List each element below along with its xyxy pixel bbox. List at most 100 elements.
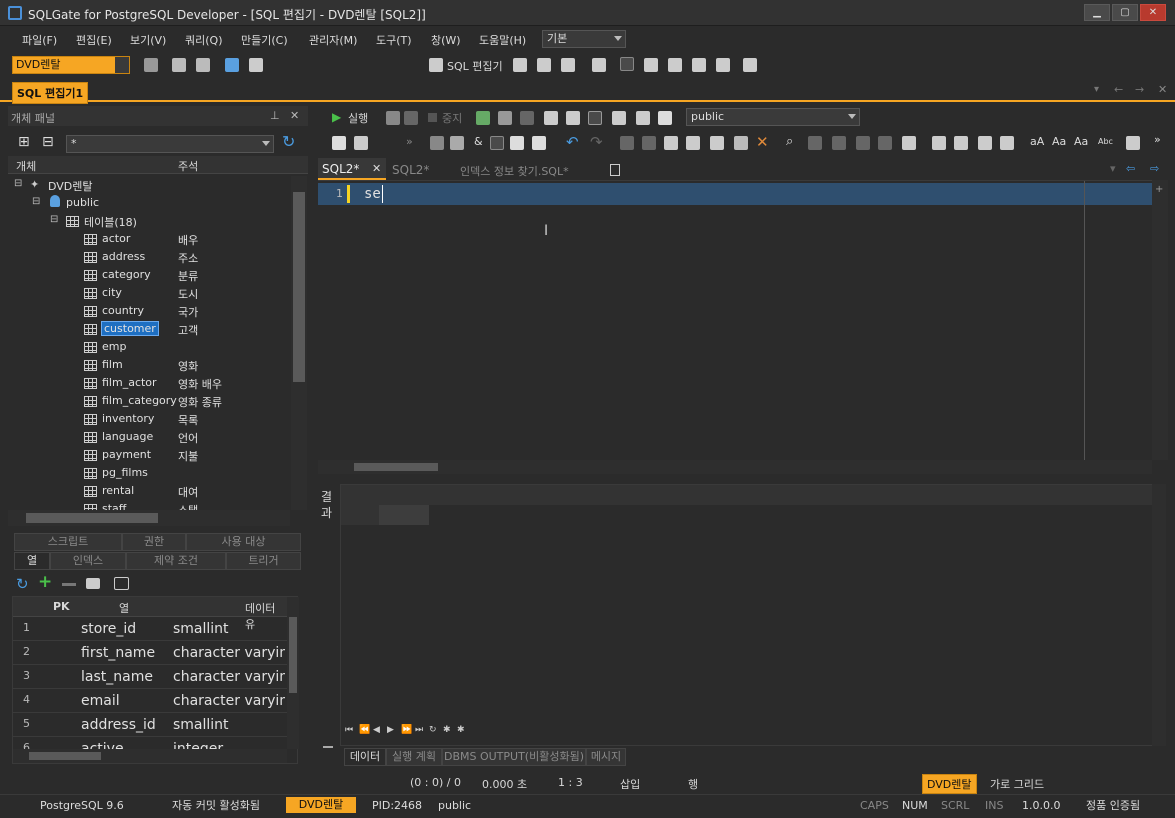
editor-text[interactable]: se <box>364 186 381 202</box>
param-icon[interactable] <box>636 111 650 125</box>
block-icon[interactable] <box>734 136 748 150</box>
nav-button-icon[interactable]: ✱ <box>443 725 451 735</box>
tree-table-item[interactable]: pg_films <box>102 466 148 479</box>
replace-all-icon[interactable] <box>878 136 892 150</box>
sql-format-icon[interactable] <box>544 111 558 125</box>
pin-icon[interactable]: ⊥ <box>270 109 280 122</box>
colon-icon[interactable] <box>490 136 504 150</box>
new-file-icon[interactable] <box>332 136 346 150</box>
goto-line-icon[interactable] <box>902 136 916 150</box>
toolbar-more-icon[interactable]: » <box>1154 133 1161 146</box>
schema-combo[interactable]: public <box>686 108 860 126</box>
paste-icon[interactable] <box>664 136 678 150</box>
tree-table-item[interactable]: staff <box>102 502 126 510</box>
stop-button[interactable]: 중지 <box>442 110 462 126</box>
ampersand-icon[interactable]: & <box>474 135 483 148</box>
tab-sql-editor-1[interactable]: SQL 편집기1 <box>12 82 89 104</box>
tree-table-item[interactable]: address <box>102 250 145 263</box>
add-column-icon[interactable]: + <box>38 572 52 592</box>
delete-icon[interactable]: ✕ <box>756 133 769 151</box>
nav-button-icon[interactable]: ⏪ <box>359 725 370 735</box>
object-tree-hscrollbar[interactable] <box>8 510 290 526</box>
table-export-icon[interactable] <box>513 58 527 72</box>
menu-view[interactable]: 보기(V) <box>130 32 166 48</box>
connection-combo-dropdown[interactable] <box>115 57 129 73</box>
diagram-icon[interactable] <box>537 58 551 72</box>
refresh-columns-icon[interactable]: ↻ <box>16 575 29 593</box>
layout-icon[interactable] <box>620 57 634 71</box>
select-all-icon[interactable] <box>710 136 724 150</box>
tab-list-icon[interactable]: ▾ <box>1110 162 1116 175</box>
menu-file[interactable]: 파일(F) <box>22 32 57 48</box>
object-tree-scrollbar[interactable] <box>291 176 307 510</box>
stop-icon[interactable] <box>428 113 437 122</box>
hscroll-thumb[interactable] <box>29 752 101 760</box>
maximize-button[interactable]: ▢ <box>1112 4 1138 21</box>
tab-privileges[interactable]: 권한 <box>122 533 186 551</box>
tree-table-item[interactable]: country <box>102 304 144 317</box>
toolbar-more-icon[interactable]: » <box>406 135 413 148</box>
bookmark-icon[interactable] <box>932 136 946 150</box>
scroll-thumb[interactable] <box>289 617 297 693</box>
exit-icon[interactable] <box>692 58 706 72</box>
editor-tab-active[interactable]: SQL2* ✕ <box>318 158 386 180</box>
tab-messages[interactable]: 메시지 <box>586 748 626 766</box>
lowercase-icon[interactable]: Aa <box>1074 135 1088 148</box>
tab-columns[interactable]: 열 <box>14 552 50 570</box>
db-icon[interactable] <box>249 58 263 72</box>
table-row[interactable]: 5 address_id smallint <box>13 713 287 737</box>
hand-icon[interactable] <box>668 58 682 72</box>
sql-editor-button[interactable]: SQL 편집기 <box>447 58 503 74</box>
tab-triggers[interactable]: 트리거 <box>226 552 301 570</box>
tab-indexes[interactable]: 인덱스 <box>50 552 126 570</box>
collapse-tables-icon[interactable]: ⊟ <box>50 214 58 225</box>
tree-tables-node[interactable]: 테이블(18) <box>84 214 137 230</box>
columns-grid-hscroll[interactable] <box>13 749 287 763</box>
collapse-root-icon[interactable]: ⊟ <box>14 178 22 189</box>
tree-schema-node[interactable]: public <box>66 196 99 209</box>
tab-explain[interactable]: 실행 계획 <box>386 748 442 766</box>
explain-icon[interactable] <box>566 111 580 125</box>
tree-root-node[interactable]: DVD렌탈 <box>48 178 93 194</box>
object-filter-combo[interactable]: * <box>66 135 274 153</box>
tree-table-item[interactable]: customer <box>101 321 159 336</box>
tab-dbms-output[interactable]: DBMS OUTPUT(비활성화됨) <box>442 748 586 766</box>
hscroll-thumb[interactable] <box>26 513 158 523</box>
bookmark-clear-icon[interactable] <box>954 136 968 150</box>
editor-tab-3[interactable]: 인덱스 정보 찾기.SQL* <box>460 163 569 179</box>
braces-icon[interactable] <box>612 111 626 125</box>
menu-help[interactable]: 도움말(H) <box>479 32 526 48</box>
tab-script[interactable]: 스크립트 <box>14 533 122 551</box>
menu-edit[interactable]: 편집(E) <box>76 32 112 48</box>
layout-combo[interactable]: 기본 <box>542 30 626 48</box>
collapse-schema-icon[interactable]: ⊟ <box>32 196 40 207</box>
copy-icon[interactable] <box>642 136 656 150</box>
tree-table-item[interactable]: rental <box>102 484 134 497</box>
spell-icon[interactable]: Abc <box>1098 137 1113 146</box>
collapse-all-icon[interactable]: ⊟ <box>42 134 54 150</box>
find-replace-icon[interactable] <box>430 136 444 150</box>
find-next-icon[interactable] <box>808 136 822 150</box>
indent-icon[interactable] <box>978 136 992 150</box>
tab-constraints[interactable]: 제약 조건 <box>126 552 226 570</box>
close-icon[interactable]: ✕ <box>372 162 381 175</box>
menu-create[interactable]: 만들기(C) <box>241 32 288 48</box>
panel-icon[interactable] <box>644 58 658 72</box>
split-icon[interactable]: + <box>1155 184 1163 195</box>
tab-prev-icon[interactable]: ⇦ <box>1126 162 1135 175</box>
minimize-result-icon[interactable] <box>323 746 333 748</box>
tree-table-item[interactable]: city <box>102 286 122 299</box>
undo-icon[interactable]: ↶ <box>566 133 579 151</box>
tree-table-item[interactable]: film_category <box>102 394 177 407</box>
tree-table-item[interactable]: actor <box>102 232 130 245</box>
tab-prev-icon[interactable]: ← <box>1114 83 1123 96</box>
clear-icon[interactable] <box>450 136 464 150</box>
replace-icon[interactable] <box>856 136 870 150</box>
disconnect-icon[interactable] <box>144 58 158 72</box>
tree-table-item[interactable]: film <box>102 358 123 371</box>
menu-tools[interactable]: 도구(T) <box>376 32 412 48</box>
menu-admin[interactable]: 관리자(M) <box>309 32 357 48</box>
remove-column-icon[interactable] <box>62 583 76 586</box>
tree-table-item[interactable]: category <box>102 268 151 281</box>
step-icon[interactable] <box>386 111 400 125</box>
